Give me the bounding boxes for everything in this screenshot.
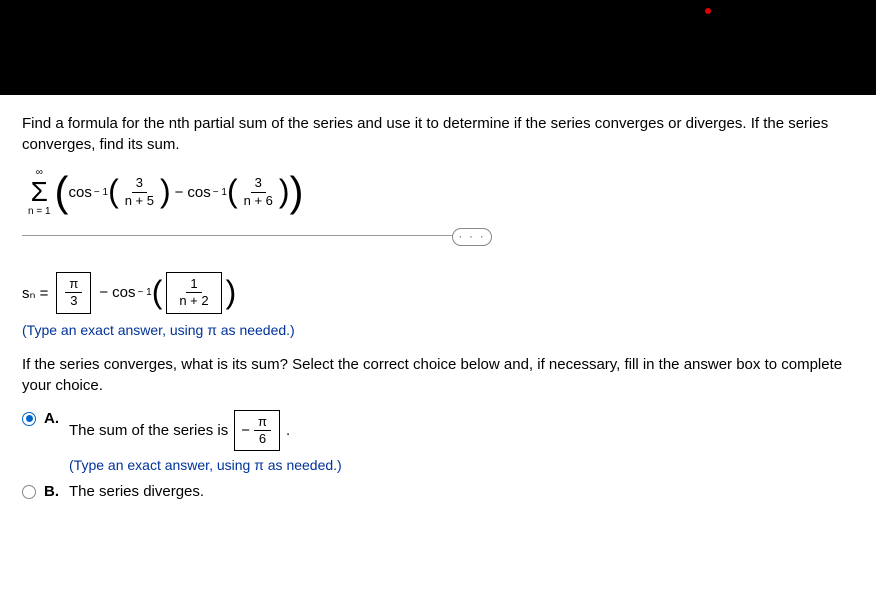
red-indicator-dot: [705, 8, 711, 14]
sn-open-paren: (: [152, 280, 163, 306]
sigma-icon: Σ: [31, 178, 48, 206]
sigma-lower-limit: n = 1: [28, 206, 51, 217]
answer-input-box-2[interactable]: 1 n + 2: [166, 272, 221, 314]
header-black-bar: [0, 0, 876, 95]
sn-close-paren: ): [226, 280, 237, 306]
answer-input-box-1[interactable]: π 3: [56, 272, 91, 314]
sum-neg: −: [241, 422, 250, 439]
inverse-exponent-2: − 1: [213, 187, 227, 198]
frac2-num: 3: [251, 176, 266, 192]
question-prompt: Find a formula for the nth partial sum o…: [22, 113, 854, 155]
sn-cos-label: cos: [112, 284, 135, 301]
section-divider: [22, 235, 471, 236]
choice-b-text: The series diverges.: [69, 483, 854, 500]
sn-minus: −: [99, 284, 108, 301]
open-paren-med-1: (: [108, 179, 119, 205]
frac1-num: 3: [132, 176, 147, 192]
sn-instruction: (Type an exact answer, using π as needed…: [22, 322, 854, 338]
sigma-notation: ∞ Σ n = 1: [28, 167, 51, 217]
choice-a-period: .: [286, 422, 290, 439]
close-paren-med-1: ): [160, 179, 171, 205]
choice-b-row: B. The series diverges.: [22, 483, 854, 500]
sum-num: π: [254, 415, 271, 431]
radio-option-a[interactable]: [22, 412, 36, 426]
open-paren-med-2: (: [227, 179, 238, 205]
minus-operator: −: [175, 184, 184, 201]
ellipsis-button[interactable]: · · ·: [452, 228, 492, 246]
radio-option-b[interactable]: [22, 485, 36, 499]
sn-box1-den: 3: [66, 293, 81, 308]
choice-a-instruction: (Type an exact answer, using π as needed…: [69, 457, 854, 473]
sum-den: 6: [255, 431, 270, 446]
fraction-1: 3 n + 5: [121, 176, 158, 208]
series-expression: ∞ Σ n = 1 ( cos − 1 ( 3 n + 5 ) − cos − …: [28, 167, 854, 217]
sum-answer-box[interactable]: − π 6: [234, 410, 280, 452]
sn-box1-num: π: [65, 277, 82, 293]
inverse-exponent-1: − 1: [94, 187, 108, 198]
sn-frac-2: 1 n + 2: [175, 277, 212, 309]
question-content: Find a formula for the nth partial sum o…: [0, 95, 876, 528]
cos-label-1: cos: [69, 184, 92, 201]
sn-label: sₙ =: [22, 284, 48, 302]
choice-b-label: B.: [44, 483, 59, 500]
sn-frac2-den: n + 2: [175, 293, 212, 308]
partial-sum-line: sₙ = π 3 − cos − 1 ( 1 n + 2 ): [22, 272, 854, 314]
sum-frac: π 6: [254, 415, 271, 447]
open-paren-large: (: [55, 175, 69, 209]
choice-a-body: The sum of the series is − π 6 . (Type a…: [69, 410, 854, 474]
frac2-den: n + 6: [240, 193, 277, 208]
frac1-den: n + 5: [121, 193, 158, 208]
close-paren-large: ): [290, 175, 304, 209]
fraction-2: 3 n + 6: [240, 176, 277, 208]
sn-inverse-exponent: − 1: [138, 287, 152, 298]
sn-frac2-num: 1: [186, 277, 201, 293]
sn-frac-1: π 3: [65, 277, 82, 309]
choice-a-row: A. The sum of the series is − π 6 . (Typ…: [22, 410, 854, 474]
choice-a-text: The sum of the series is: [69, 422, 228, 439]
choice-a-label: A.: [44, 410, 59, 427]
cos-label-2: cos: [187, 184, 210, 201]
close-paren-med-2: ): [279, 179, 290, 205]
sub-question: If the series converges, what is its sum…: [22, 354, 854, 396]
